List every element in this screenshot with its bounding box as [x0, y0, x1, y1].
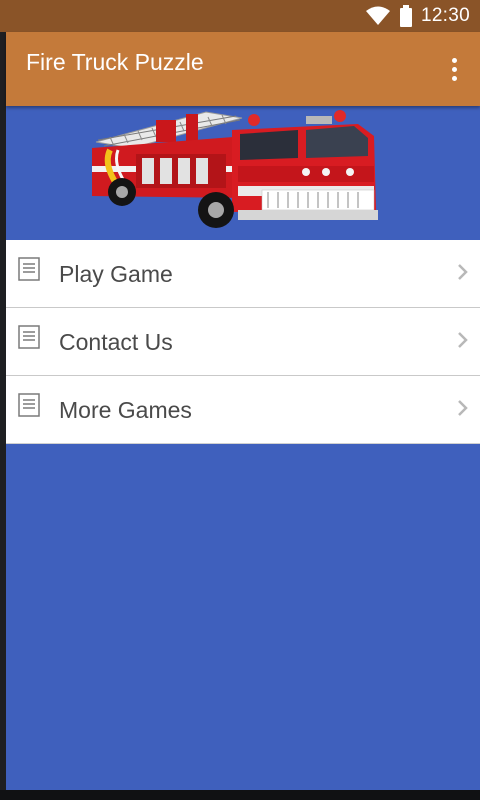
- menu-item-label: Play Game: [59, 261, 173, 287]
- wifi-icon: [365, 6, 390, 25]
- chevron-right-icon: [458, 400, 468, 416]
- app-title: Fire Truck Puzzle: [26, 49, 204, 75]
- status-clock: 12:30: [420, 5, 470, 26]
- menu-item-play-game[interactable]: Play Game: [6, 240, 480, 308]
- document-icon: [18, 257, 40, 281]
- document-icon: [18, 325, 40, 349]
- status-icons: 12:30: [365, 0, 470, 32]
- document-icon: [18, 393, 40, 417]
- chevron-right-icon: [458, 332, 468, 348]
- menu-item-label: More Games: [59, 397, 192, 423]
- menu-item-label: Contact Us: [59, 329, 173, 355]
- fire-truck-image: [92, 110, 378, 228]
- menu-item-more-games[interactable]: More Games: [6, 376, 480, 444]
- bottom-edge: [0, 790, 480, 800]
- truck-cab: [232, 110, 378, 220]
- battery-icon: [399, 5, 412, 27]
- overflow-menu-button[interactable]: [442, 52, 466, 86]
- app-bar: Fire Truck Puzzle: [6, 32, 480, 106]
- main-menu: Play Game Contact Us More Games: [6, 240, 480, 444]
- status-bar: 12:30: [0, 0, 480, 32]
- menu-item-contact-us[interactable]: Contact Us: [6, 308, 480, 376]
- main-content: Play Game Contact Us More Games: [6, 106, 480, 790]
- more-vert-icon: [451, 57, 457, 63]
- banner: [6, 106, 480, 240]
- chevron-right-icon: [458, 264, 468, 280]
